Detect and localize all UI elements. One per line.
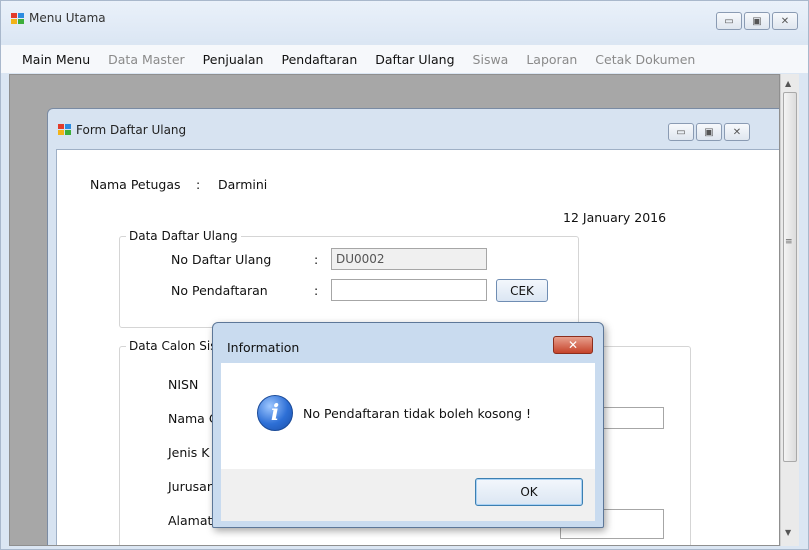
child-title-bar: Form Daftar Ulang ▭ ▣ ✕ <box>48 109 779 149</box>
form-window-controls: ▭ ▣ ✕ <box>668 123 750 141</box>
no-daftar-ulang-separator: : <box>314 252 319 267</box>
petugas-value: Darmini <box>218 177 268 192</box>
no-daftar-ulang-field[interactable]: DU0002 <box>331 248 487 270</box>
main-title-bar: Menu Utama ▭ ▣ ✕ <box>1 1 808 41</box>
menu-daftar-ulang[interactable]: Daftar Ulang <box>366 52 463 67</box>
dialog-body: i No Pendaftaran tidak boleh kosong ! <box>221 363 595 469</box>
minimize-button[interactable]: ▭ <box>716 12 742 30</box>
jenis-kelamin-label: Jenis K <box>168 445 210 460</box>
jurusan-label: Jurusar <box>168 479 212 494</box>
petugas-separator: : <box>196 177 201 192</box>
petugas-label: Nama Petugas <box>90 177 181 192</box>
maximize-button[interactable]: ▣ <box>744 12 770 30</box>
close-icon: ✕ <box>780 15 790 27</box>
group-calon-siswa-legend: Data Calon Sis <box>126 339 220 353</box>
ok-button[interactable]: OK <box>475 478 583 506</box>
dialog-message: No Pendaftaran tidak boleh kosong ! <box>303 406 531 421</box>
group-daftar-ulang-legend: Data Daftar Ulang <box>126 229 241 243</box>
menu-main-menu[interactable]: Main Menu <box>13 52 99 67</box>
close-button[interactable]: ✕ <box>772 12 798 30</box>
scroll-thumb[interactable] <box>783 92 797 462</box>
minimize-icon: ▭ <box>724 15 734 27</box>
menu-bar: Main Menu Data Master Penjualan Pendafta… <box>1 45 808 73</box>
close-icon: ✕ <box>567 338 579 352</box>
no-pendaftaran-label: No Pendaftaran <box>171 283 268 298</box>
app-icon <box>11 13 24 24</box>
menu-laporan[interactable]: Laporan <box>517 52 586 67</box>
no-pendaftaran-separator: : <box>314 283 319 298</box>
menu-penjualan[interactable]: Penjualan <box>194 52 273 67</box>
maximize-icon: ▣ <box>704 126 714 138</box>
scroll-grip-icon: ≡ <box>785 237 793 247</box>
scroll-up-icon[interactable]: ▲ <box>785 79 791 88</box>
dialog-footer: OK <box>221 469 595 521</box>
menu-siswa[interactable]: Siswa <box>464 52 518 67</box>
alamat-label: Alamat <box>168 513 213 528</box>
dialog-close-button[interactable]: ✕ <box>553 336 593 354</box>
no-pendaftaran-field[interactable] <box>331 279 487 301</box>
menu-pendaftaran[interactable]: Pendaftaran <box>272 52 366 67</box>
minimize-icon: ▭ <box>676 126 686 138</box>
information-icon: i <box>257 395 293 431</box>
close-icon: ✕ <box>732 126 742 138</box>
main-window-title: Menu Utama <box>29 11 106 25</box>
form-title: Form Daftar Ulang <box>76 123 187 137</box>
form-minimize-button[interactable]: ▭ <box>668 123 694 141</box>
maximize-icon: ▣ <box>752 15 762 27</box>
menu-data-master[interactable]: Data Master <box>99 52 194 67</box>
information-dialog: Information ✕ i No Pendaftaran tidak bol… <box>212 322 604 528</box>
nisn-label: NISN <box>168 377 199 392</box>
vertical-scrollbar[interactable]: ▲ ≡ ▼ <box>780 74 799 546</box>
scroll-down-icon[interactable]: ▼ <box>785 528 791 537</box>
cek-button[interactable]: CEK <box>496 279 548 302</box>
group-data-daftar-ulang: Data Daftar Ulang No Daftar Ulang : DU00… <box>119 229 579 328</box>
form-icon <box>58 124 71 135</box>
form-close-button[interactable]: ✕ <box>724 123 750 141</box>
form-maximize-button[interactable]: ▣ <box>696 123 722 141</box>
nama-calon-label: Nama C <box>168 411 218 426</box>
menu-cetak-dokumen[interactable]: Cetak Dokumen <box>586 52 704 67</box>
dialog-title: Information <box>227 340 300 355</box>
main-window-controls: ▭ ▣ ✕ <box>716 12 798 30</box>
no-daftar-ulang-label: No Daftar Ulang <box>171 252 272 267</box>
current-date: 12 January 2016 <box>563 210 667 225</box>
